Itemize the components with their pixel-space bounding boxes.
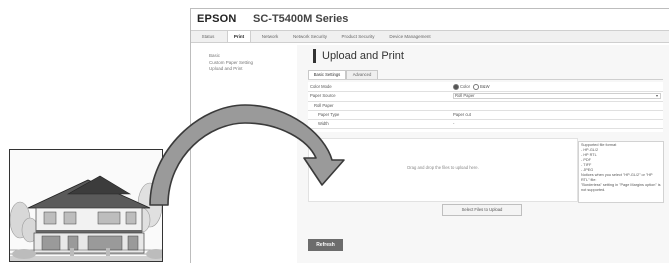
divider: [308, 119, 663, 120]
select-files-button[interactable]: Select Files to Upload: [442, 204, 522, 216]
print-settings-form: Color Mode Color B&W Paper Source Roll P…: [308, 82, 663, 132]
house-photo: [9, 149, 163, 262]
row-roll-paper: Roll Paper: [308, 103, 663, 109]
width-value: -: [453, 121, 455, 126]
color-mode-label: Color Mode: [310, 84, 332, 89]
color-option-label: Color: [460, 84, 471, 90]
chevron-down-icon: ▾: [656, 93, 659, 98]
paper-type-label: Paper Type: [318, 112, 340, 117]
row-paper-type: Paper Type Paper cut: [308, 112, 663, 118]
divider: [308, 101, 663, 102]
info-line: "Borderless" setting in "Page Margins op…: [581, 183, 661, 192]
width-label: Width: [318, 121, 329, 126]
row-color-mode: Color Mode Color B&W: [308, 84, 663, 90]
file-drop-zone[interactable]: Drag and drop the files to upload here.: [308, 138, 578, 202]
info-line: Notices when you select "HP-GL/2" or "HP…: [581, 173, 653, 182]
color-radio[interactable]: Color: [453, 84, 470, 90]
row-paper-source: Paper Source Roll Paper ▾: [308, 93, 663, 99]
paper-source-label: Paper Source: [310, 93, 336, 98]
divider: [308, 128, 663, 129]
radio-selected-icon: [453, 84, 459, 90]
settings-layer: Basic Settings Advanced Color Mode Color…: [190, 8, 669, 262]
drop-zone-text: Drag and drop the files to upload here.: [407, 165, 479, 170]
radio-empty-icon: [473, 84, 479, 90]
row-width: Width -: [308, 121, 663, 127]
paper-type-value: Paper cut: [453, 112, 471, 117]
bw-radio[interactable]: B&W: [473, 84, 490, 90]
supported-formats-info: Supported file format - HP-GL/2 - HP RTL…: [578, 141, 664, 203]
roll-paper-label: Roll Paper: [314, 103, 334, 108]
house-illustration: [10, 150, 162, 261]
divider: [308, 91, 663, 92]
divider: [308, 110, 663, 111]
tab-divider: [308, 79, 663, 80]
bw-option-label: B&W: [480, 84, 490, 90]
paper-source-select[interactable]: [453, 93, 661, 99]
refresh-button[interactable]: Refresh: [308, 239, 343, 251]
paper-source-value: Roll Paper: [455, 93, 475, 98]
